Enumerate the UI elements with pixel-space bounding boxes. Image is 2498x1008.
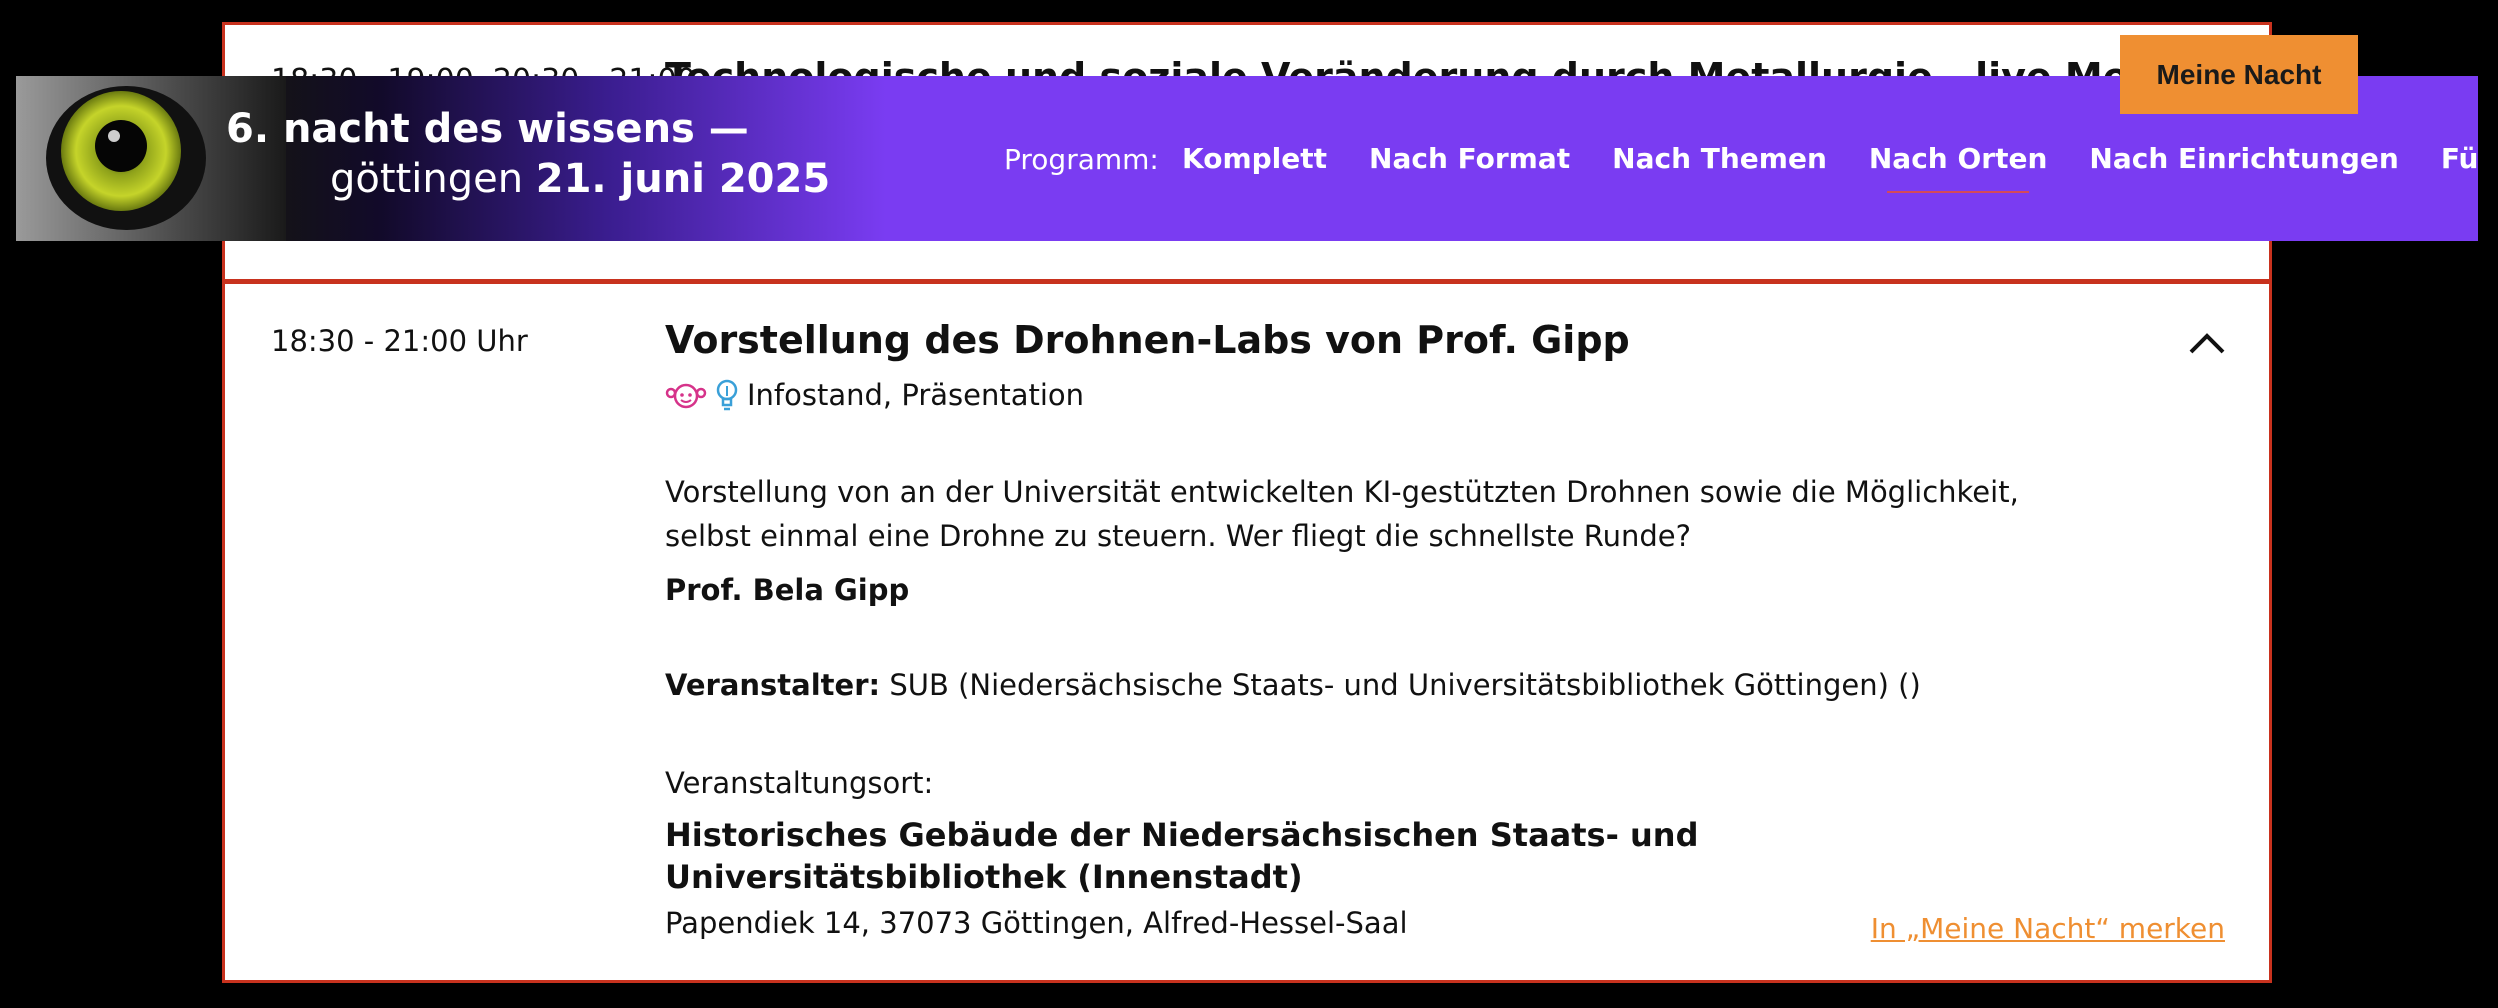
nav-fuer-kinder[interactable]: Für Kinder xyxy=(2441,142,2478,175)
owl-eye-image xyxy=(16,76,286,241)
nav-nach-format[interactable]: Nach Format xyxy=(1369,142,1570,175)
event-format-text: Infostand, Präsentation xyxy=(747,378,1085,412)
program-nav: Komplett Nach Format Nach Themen Nach Or… xyxy=(1182,142,2478,193)
event-title: Vorstellung des Drohnen-Labs von Prof. G… xyxy=(665,318,1630,362)
brand-city: göttingen xyxy=(330,156,524,202)
children-face-icon xyxy=(665,383,707,409)
brand-banner[interactable]: 6. nacht des wissens — göttingen 21. jun… xyxy=(16,76,886,241)
nav-nach-orten[interactable]: Nach Orten xyxy=(1869,142,2047,193)
nav-nach-themen[interactable]: Nach Themen xyxy=(1612,142,1827,175)
brand-subtitle: göttingen 21. juni 2025 xyxy=(330,156,830,202)
event-card: 18:30 - 21:00 Uhr Vorstellung des Drohne… xyxy=(222,281,2272,983)
event-formats: Infostand, Präsentation xyxy=(665,378,1084,412)
venue-label: Veranstaltungsort: xyxy=(665,766,934,800)
organizer-value: SUB (Niedersächsische Staats- und Univer… xyxy=(889,668,1921,702)
nav-nach-einrichtungen[interactable]: Nach Einrichtungen xyxy=(2089,142,2398,175)
organizer-label: Veranstalter: xyxy=(665,668,881,702)
program-label: Programm: xyxy=(1004,143,1159,176)
venue-address: Papendiek 14, 37073 Göttingen, Alfred-He… xyxy=(665,906,1408,940)
bookmark-link[interactable]: In „Meine Nacht“ merken xyxy=(1871,912,2225,945)
chevron-up-icon[interactable] xyxy=(2187,328,2227,358)
brand-date: 21. juni 2025 xyxy=(535,156,831,202)
event-description: Vorstellung von an der Universität entwi… xyxy=(665,475,2019,553)
venue-name: Historisches Gebäude der Niedersächsisch… xyxy=(665,816,1699,896)
event-time: 18:30 - 21:00 Uhr xyxy=(271,324,528,358)
meine-nacht-button[interactable]: Meine Nacht xyxy=(2120,35,2358,114)
nav-komplett[interactable]: Komplett xyxy=(1182,142,1327,175)
event-speaker: Prof. Bela Gipp xyxy=(665,573,910,607)
site-header: 6. nacht des wissens — göttingen 21. jun… xyxy=(16,76,2478,241)
lightbulb-icon xyxy=(716,379,738,411)
event-organizer: Veranstalter: SUB (Niedersächsische Staa… xyxy=(665,668,1921,702)
brand-title: 6. nacht des wissens — xyxy=(226,106,749,152)
